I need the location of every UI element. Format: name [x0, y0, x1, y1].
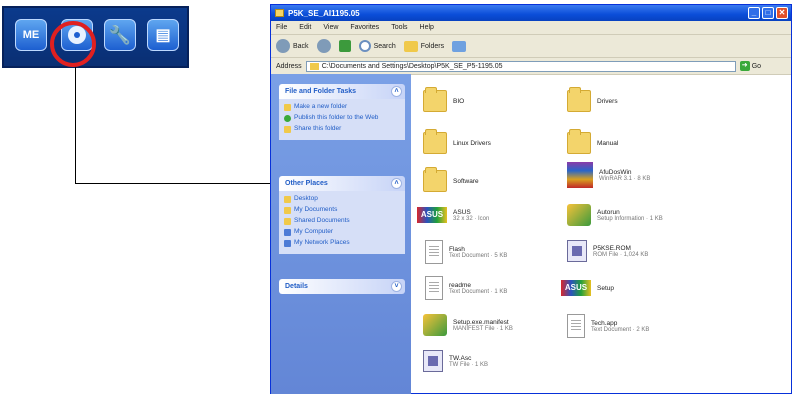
views-icon — [452, 40, 467, 52]
folder-icon — [275, 9, 284, 17]
folder-icon — [567, 87, 591, 112]
manifest-icon — [423, 314, 447, 336]
folder-icon — [309, 62, 319, 70]
up-button[interactable] — [338, 40, 351, 52]
file-folder-tasks-panel: File and Folder Tasks ˄ Make a new folde… — [279, 84, 405, 140]
document-icon[interactable]: ▤ — [147, 19, 179, 51]
me-icon[interactable]: ME — [15, 19, 47, 51]
archive-icon — [567, 162, 593, 188]
task-make-folder[interactable]: Make a new folder — [284, 103, 400, 111]
toolbar: Back Search Folders — [271, 35, 791, 58]
address-bar: Address C:\Documents and Settings\Deskto… — [271, 58, 791, 75]
asus-logo-icon: ASUS — [417, 207, 447, 223]
place-shared-documents[interactable]: Shared Documents — [284, 217, 400, 225]
list-item[interactable]: Autorun Setup Information · 1 KB — [567, 204, 737, 226]
go-button[interactable]: ➜ Go — [739, 61, 761, 71]
folders-icon — [403, 40, 418, 52]
task-pane: File and Folder Tasks ˄ Make a new folde… — [271, 74, 411, 394]
panel-header[interactable]: Details ˅ — [279, 279, 405, 294]
address-input[interactable]: C:\Documents and Settings\Desktop\P5K_SE… — [305, 60, 736, 72]
go-arrow-icon: ➜ — [739, 61, 750, 71]
place-network[interactable]: My Network Places — [284, 239, 400, 247]
task-publish-web[interactable]: Publish this folder to the Web — [284, 114, 400, 122]
taskbar-icon-strip: ME 🔧 ▤ — [2, 6, 189, 68]
place-desktop[interactable]: Desktop — [284, 195, 400, 203]
file-icon — [423, 350, 443, 372]
back-arrow-icon — [276, 39, 290, 53]
folder-icon — [567, 129, 591, 154]
menu-view[interactable]: View — [323, 24, 338, 31]
text-document-icon — [425, 276, 443, 300]
share-folder-icon — [284, 126, 291, 133]
folder-icon — [423, 167, 447, 192]
collapse-chevron-icon[interactable]: ˄ — [391, 178, 402, 189]
list-item[interactable]: Tech.app Text Document · 2 KB — [567, 314, 737, 338]
shared-folder-icon — [284, 218, 291, 225]
details-panel: Details ˅ — [279, 279, 405, 294]
folder-icon — [423, 87, 447, 112]
panel-header[interactable]: File and Folder Tasks ˄ — [279, 84, 405, 99]
up-folder-icon — [338, 40, 351, 52]
menu-favorites[interactable]: Favorites — [350, 24, 379, 31]
panel-header[interactable]: Other Places ˄ — [279, 176, 405, 191]
menu-tools[interactable]: Tools — [391, 24, 407, 31]
task-share-folder[interactable]: Share this folder — [284, 125, 400, 133]
computer-icon — [284, 229, 291, 236]
folder-icon — [423, 129, 447, 154]
menu-edit[interactable]: Edit — [299, 24, 311, 31]
new-folder-icon — [284, 104, 291, 111]
minimize-button[interactable]: _ — [748, 7, 760, 19]
rom-file-icon — [567, 240, 587, 262]
other-places-panel: Other Places ˄ Desktop My Documents Shar… — [279, 176, 405, 254]
maximize-button[interactable]: □ — [762, 7, 774, 19]
list-item[interactable]: AfuDosWin WinRAR 3.1 · 8 KB — [567, 162, 737, 188]
title-bar[interactable]: P5K_SE_AI1195.05 _ □ ✕ — [271, 5, 791, 21]
views-button[interactable] — [452, 40, 467, 52]
callout-line — [75, 183, 275, 184]
desktop-icon — [284, 196, 291, 203]
asus-setup-icon: ASUS — [561, 280, 591, 296]
back-button[interactable]: Back — [276, 39, 309, 53]
folders-button[interactable]: Folders — [403, 40, 444, 52]
text-document-icon — [425, 240, 443, 264]
list-item[interactable]: Drivers — [567, 87, 737, 112]
window-title: P5K_SE_AI1195.05 — [288, 8, 360, 18]
list-item[interactable]: P5KSE.ROM ROM File · 1,024 KB — [567, 240, 737, 262]
expand-chevron-icon[interactable]: ˅ — [391, 281, 402, 292]
network-icon — [284, 240, 291, 247]
file-list: BIO Drivers Linux Drivers Manual Softwar… — [411, 74, 791, 394]
list-item[interactable]: Manual — [567, 129, 737, 154]
list-item[interactable]: TW.Asc TW File · 1 KB — [423, 350, 593, 372]
collapse-chevron-icon[interactable]: ˄ — [391, 86, 402, 97]
forward-button[interactable] — [316, 39, 331, 53]
callout-line — [75, 67, 76, 184]
search-icon — [358, 40, 371, 52]
documents-folder-icon — [284, 207, 291, 214]
wrench-icon[interactable]: 🔧 — [104, 19, 136, 51]
text-document-icon — [567, 314, 585, 338]
setup-info-icon — [567, 204, 591, 226]
place-my-documents[interactable]: My Documents — [284, 206, 400, 214]
list-item[interactable]: ASUS ASUS 32 x 32 · Icon — [417, 207, 587, 223]
highlight-circle — [50, 21, 96, 67]
list-item[interactable]: ASUS Setup — [561, 280, 731, 296]
search-button[interactable]: Search — [358, 40, 396, 52]
place-my-computer[interactable]: My Computer — [284, 228, 400, 236]
menu-help[interactable]: Help — [420, 24, 434, 31]
close-button[interactable]: ✕ — [776, 7, 788, 19]
forward-arrow-icon — [316, 39, 331, 53]
menu-file[interactable]: File — [276, 24, 287, 31]
address-label: Address — [276, 62, 302, 70]
explorer-window: P5K_SE_AI1195.05 _ □ ✕ File Edit View Fa… — [270, 4, 792, 394]
globe-icon — [284, 115, 291, 122]
menu-bar: File Edit View Favorites Tools Help — [271, 21, 791, 35]
